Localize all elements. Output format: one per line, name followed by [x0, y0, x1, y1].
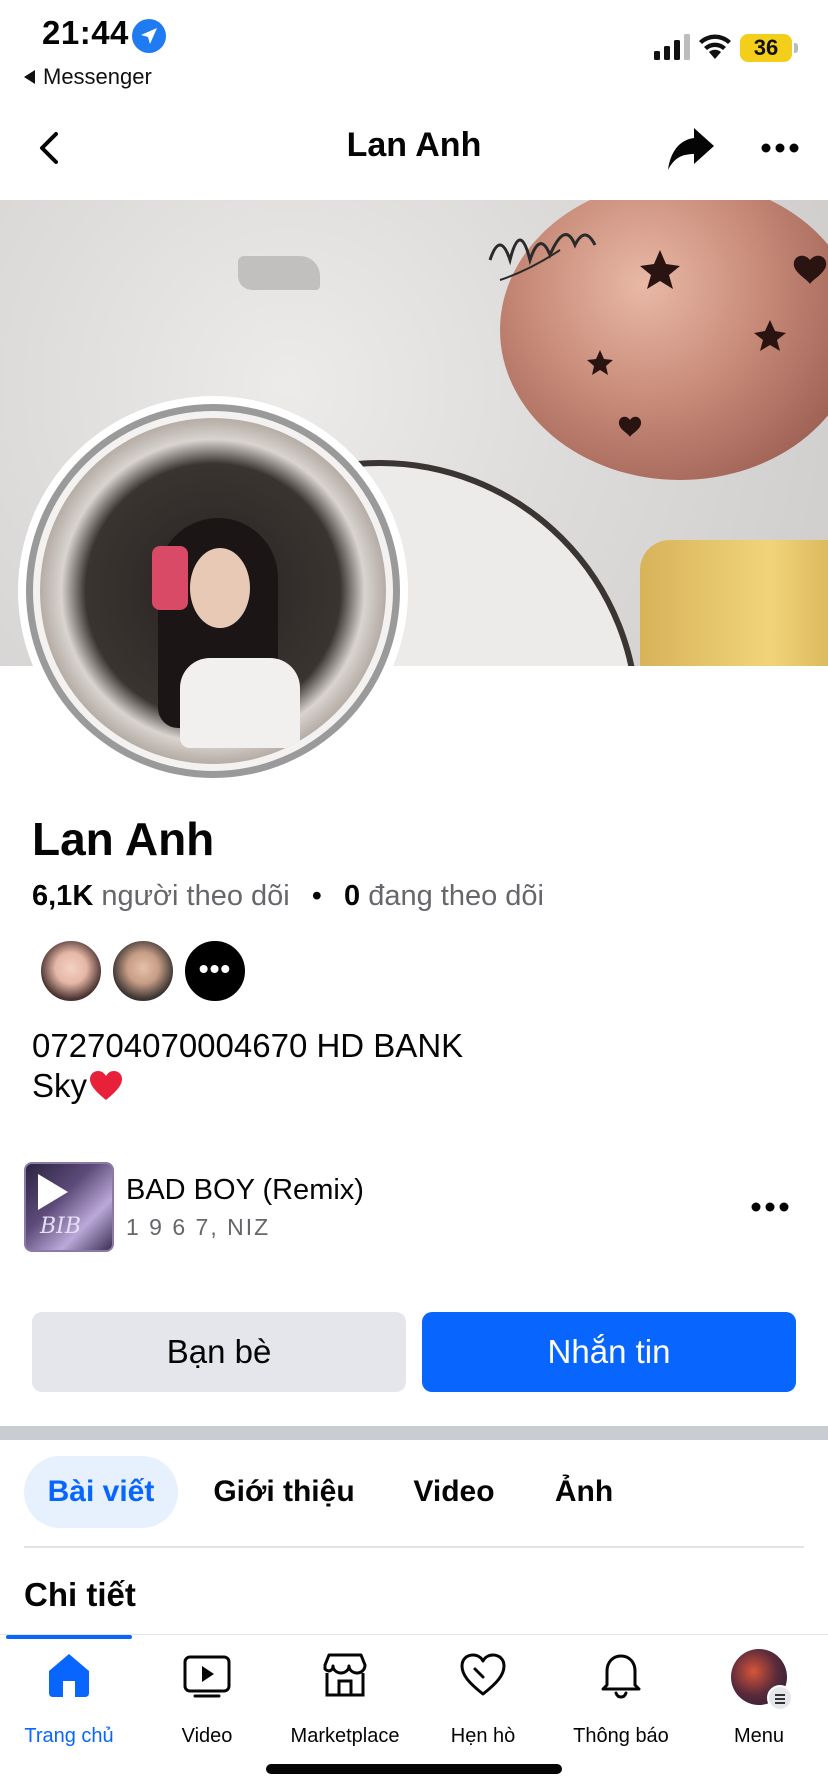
friend-avatar[interactable]: [38, 938, 104, 1004]
heart-emoji-icon: [90, 1071, 123, 1100]
status-bar: 21:44 Messenger 36: [0, 0, 828, 100]
heart-icon: [460, 1653, 506, 1696]
nav-video[interactable]: Video: [138, 1649, 276, 1759]
following-count[interactable]: 0: [344, 880, 360, 912]
bell-icon: [601, 1654, 641, 1699]
battery-tip: [794, 43, 798, 53]
tab-video[interactable]: Video: [394, 1456, 514, 1528]
profile-tabs: Bài viết Giới thiệu Video Ảnh: [24, 1456, 804, 1528]
menu-badge-icon: [767, 1685, 793, 1711]
tab-posts[interactable]: Bài viết: [24, 1456, 178, 1528]
wifi-icon: [699, 34, 731, 59]
nav-home[interactable]: Trang chủ: [0, 1649, 138, 1759]
music-cover-art[interactable]: BIB: [24, 1162, 114, 1252]
music-more-icon[interactable]: [746, 1190, 794, 1224]
avatar-face: [190, 548, 250, 628]
back-to-messenger[interactable]: Messenger: [24, 64, 152, 90]
nav-marketplace[interactable]: Marketplace: [276, 1649, 414, 1759]
nav-marketplace-label: Marketplace: [290, 1725, 400, 1747]
nav-notifications-label: Thông báo: [573, 1725, 669, 1747]
section-divider: [0, 1426, 828, 1440]
details-heading: Chi tiết: [24, 1576, 136, 1613]
more-friends-button[interactable]: •••: [182, 938, 248, 1004]
nav-menu[interactable]: Menu: [690, 1649, 828, 1759]
nav-video-label: Video: [181, 1725, 233, 1747]
followers-count[interactable]: 6,1K: [32, 880, 93, 912]
marketplace-icon: [323, 1653, 367, 1697]
music-title: BAD BOY (Remix): [126, 1174, 364, 1206]
profile-bio: 072704070004670 HD BANK Sky: [32, 1026, 463, 1106]
separator-dot: •: [311, 880, 322, 912]
back-app-label: Messenger: [43, 64, 152, 89]
status-time: 21:44: [42, 14, 129, 51]
profile-name: Lan Anh: [32, 813, 215, 865]
following-label[interactable]: đang theo dõi: [368, 880, 544, 912]
follow-stats: 6,1K người theo dõi • 0 đang theo dõi: [32, 880, 544, 913]
nav-menu-label: Menu: [733, 1725, 785, 1747]
music-art-text: BIB: [40, 1214, 82, 1239]
cover-scribble: [488, 233, 597, 281]
active-tab-indicator: [6, 1635, 132, 1639]
tabs-divider: [24, 1546, 804, 1548]
bio-line-2: Sky: [32, 1066, 463, 1106]
home-indicator: [266, 1764, 562, 1774]
back-arrow-icon[interactable]: [30, 128, 70, 168]
menu-avatar-icon: [731, 1649, 793, 1711]
more-icon[interactable]: [756, 130, 804, 166]
friends-button[interactable]: Bạn bè: [32, 1312, 406, 1392]
nav-dating[interactable]: Hẹn hò: [414, 1649, 552, 1759]
bio-line-2-text: Sky: [32, 1067, 88, 1104]
nav-home-label: Trang chủ: [24, 1725, 114, 1747]
play-icon[interactable]: [38, 1174, 68, 1210]
video-icon: [183, 1655, 231, 1698]
profile-header: Lan Anh: [0, 108, 828, 188]
nav-notifications[interactable]: Thông báo: [552, 1649, 690, 1759]
avatar-shirt: [180, 658, 300, 748]
friend-avatar[interactable]: [110, 938, 176, 1004]
tab-about[interactable]: Giới thiệu: [204, 1456, 364, 1528]
cover-gold-decor: [640, 540, 828, 666]
avatar-phone: [152, 546, 188, 610]
location-icon: [132, 19, 166, 53]
share-icon[interactable]: [666, 124, 716, 172]
music-artist: 1 9 6 7, NIZ: [126, 1214, 271, 1240]
followers-label[interactable]: người theo dõi: [101, 880, 289, 912]
home-icon: [49, 1654, 89, 1697]
tab-photos[interactable]: Ảnh: [544, 1456, 624, 1528]
battery-icon: 36: [740, 34, 792, 62]
profile-avatar[interactable]: [40, 418, 386, 764]
back-triangle-icon: [24, 70, 35, 84]
cover-wall-stain: [238, 256, 320, 290]
profile-music[interactable]: BIB BAD BOY (Remix) 1 9 6 7, NIZ: [24, 1160, 808, 1254]
bio-line-1: 072704070004670 HD BANK: [32, 1027, 464, 1064]
message-button[interactable]: Nhắn tin: [422, 1312, 796, 1392]
nav-dating-label: Hẹn hò: [450, 1725, 516, 1747]
signal-icon: [654, 34, 690, 60]
